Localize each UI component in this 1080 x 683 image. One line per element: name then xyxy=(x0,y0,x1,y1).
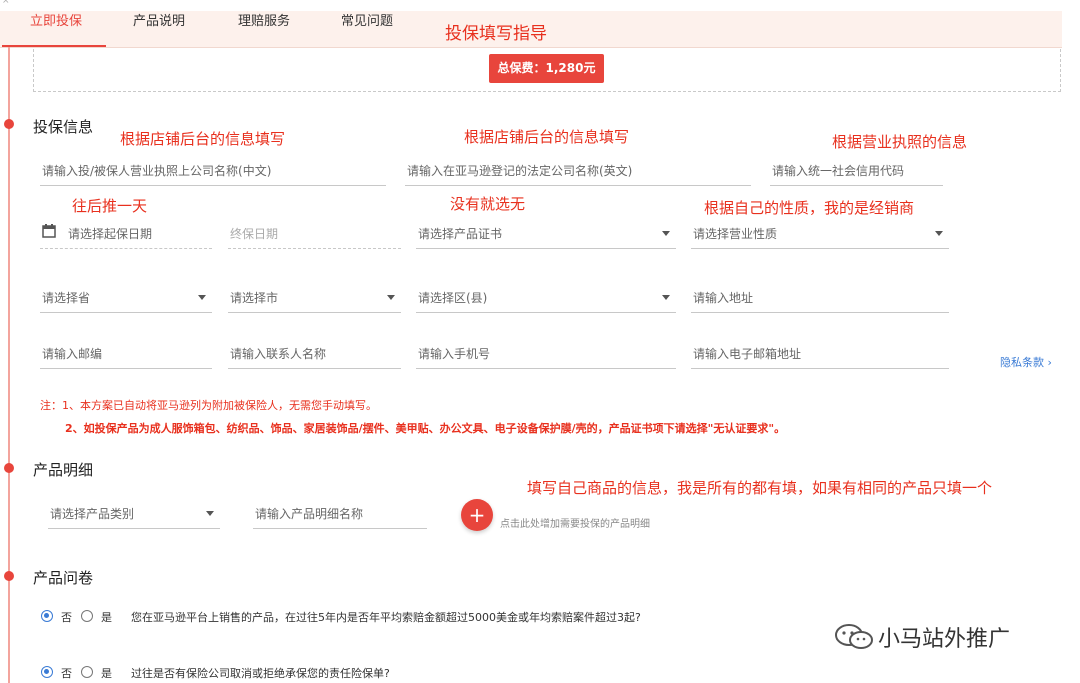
timeline-dot-questionnaire xyxy=(4,571,14,581)
privacy-policy-link[interactable]: 隐私条款 › xyxy=(1000,354,1052,370)
tab-apply-now[interactable]: 立即投保 xyxy=(30,10,82,29)
product-certificate-select[interactable]: 请选择产品证书 xyxy=(416,218,676,249)
address-placeholder: 请输入地址 xyxy=(693,291,754,305)
window-corner-mark: × xyxy=(2,0,10,6)
city-select[interactable]: 请选择市 xyxy=(228,282,401,313)
section-title-insurance-info: 投保信息 xyxy=(33,118,94,136)
annotation-business-nature: 根据自己的性质，我的是经销商 xyxy=(704,199,915,217)
q1-text: 您在亚马逊平台上销售的产品，在过往5年内是否年平均索赔金额超过5000美金或年均… xyxy=(131,611,641,624)
company-name-cn-input[interactable]: 请输入投/被保人营业执照上公司名称(中文) xyxy=(40,155,386,186)
annotation-company-en: 根据店铺后台的信息填写 xyxy=(464,128,630,146)
annotation-certificate: 没有就选无 xyxy=(450,195,526,213)
q1-radio-no[interactable] xyxy=(41,610,53,622)
tab-faq[interactable]: 常见问题 xyxy=(341,10,393,29)
product-category-placeholder: 请选择产品类别 xyxy=(50,507,135,521)
wechat-icon xyxy=(835,624,873,649)
chevron-down-icon xyxy=(662,231,670,236)
watermark-text: 小马站外推广 xyxy=(878,627,1011,652)
chevron-down-icon xyxy=(206,511,214,516)
company-name-en-placeholder: 请输入在亚马逊登记的法定公司名称(英文) xyxy=(407,164,633,178)
section-title-product-detail: 产品明细 xyxy=(33,461,94,479)
product-certificate-placeholder: 请选择产品证书 xyxy=(418,227,503,241)
add-product-hint: 点击此处增加需要投保的产品明细 xyxy=(500,519,650,530)
phone-input[interactable]: 请输入手机号 xyxy=(416,338,676,369)
calendar-icon xyxy=(42,224,56,238)
end-date-field: 终保日期 xyxy=(228,218,401,249)
credit-code-input[interactable]: 请输入统一社会信用代码 xyxy=(770,155,943,186)
district-placeholder: 请选择区(县) xyxy=(418,291,488,305)
credit-code-placeholder: 请输入统一社会信用代码 xyxy=(772,164,905,178)
annotation-product-detail: 填写自己商品的信息，我是所有的都有填，如果有相同的产品只填一个 xyxy=(527,479,993,497)
add-product-button[interactable]: + xyxy=(461,499,493,531)
district-select[interactable]: 请选择区(县) xyxy=(416,282,676,313)
section-title-questionnaire: 产品问卷 xyxy=(33,569,94,587)
chevron-down-icon xyxy=(935,231,943,236)
product-category-select[interactable]: 请选择产品类别 xyxy=(48,498,220,529)
start-date-picker[interactable]: 请选择起保日期 xyxy=(40,218,212,249)
address-input[interactable]: 请输入地址 xyxy=(691,282,949,313)
timeline-line xyxy=(8,47,10,683)
product-name-placeholder: 请输入产品明细名称 xyxy=(255,507,364,521)
postcode-input[interactable]: 请输入邮编 xyxy=(40,338,212,369)
total-premium-badge: 总保费：1,280元 xyxy=(489,54,604,83)
q1-label-yes: 是 xyxy=(101,611,112,624)
annotation-start-date: 往后推一天 xyxy=(72,197,148,215)
tab-claims-service[interactable]: 理赔服务 xyxy=(238,10,290,29)
active-tab-indicator xyxy=(2,45,106,47)
note-line-2: 2、如投保产品为成人服饰箱包、纺织品、饰品、家居装饰品/摆件、美甲贴、办公文具、… xyxy=(65,422,786,435)
q1-label-no: 否 xyxy=(61,611,72,624)
company-name-cn-placeholder: 请输入投/被保人营业执照上公司名称(中文) xyxy=(42,164,272,178)
plus-icon: + xyxy=(468,503,486,527)
city-placeholder: 请选择市 xyxy=(230,291,279,305)
start-date-placeholder: 请选择起保日期 xyxy=(68,227,153,241)
postcode-placeholder: 请输入邮编 xyxy=(42,347,103,361)
q2-label-yes: 是 xyxy=(101,667,112,680)
chevron-down-icon xyxy=(662,295,670,300)
province-select[interactable]: 请选择省 xyxy=(40,282,212,313)
email-input[interactable]: 请输入电子邮箱地址 xyxy=(691,338,949,369)
contact-name-input[interactable]: 请输入联系人名称 xyxy=(228,338,401,369)
q1-radio-yes[interactable] xyxy=(81,610,93,622)
end-date-placeholder: 终保日期 xyxy=(230,227,279,241)
q2-radio-yes[interactable] xyxy=(81,666,93,678)
email-placeholder: 请输入电子邮箱地址 xyxy=(693,347,802,361)
annotation-credit-code: 根据营业执照的信息 xyxy=(832,133,968,151)
business-nature-placeholder: 请选择营业性质 xyxy=(693,227,778,241)
timeline-dot-insurance-info xyxy=(4,119,14,129)
product-name-input[interactable]: 请输入产品明细名称 xyxy=(253,498,427,529)
q2-radio-no[interactable] xyxy=(41,666,53,678)
chevron-down-icon xyxy=(387,295,395,300)
q2-label-no: 否 xyxy=(61,667,72,680)
phone-placeholder: 请输入手机号 xyxy=(418,347,491,361)
company-name-en-input[interactable]: 请输入在亚马逊登记的法定公司名称(英文) xyxy=(405,155,751,186)
tab-product-description[interactable]: 产品说明 xyxy=(133,10,185,29)
timeline-dot-product-detail xyxy=(4,463,14,473)
q2-text: 过往是否有保险公司取消或拒绝承保您的责任险保单? xyxy=(131,667,390,680)
annotation-company-cn: 根据店铺后台的信息填写 xyxy=(120,130,286,148)
guide-annotation-title: 投保填写指导 xyxy=(445,24,547,44)
chevron-down-icon xyxy=(198,295,206,300)
note-line-1: 注：1、本方案已自动将亚马逊列为附加被保险人，无需您手动填写。 xyxy=(40,399,377,412)
business-nature-select[interactable]: 请选择营业性质 xyxy=(691,218,949,249)
province-placeholder: 请选择省 xyxy=(42,291,91,305)
contact-name-placeholder: 请输入联系人名称 xyxy=(230,347,327,361)
